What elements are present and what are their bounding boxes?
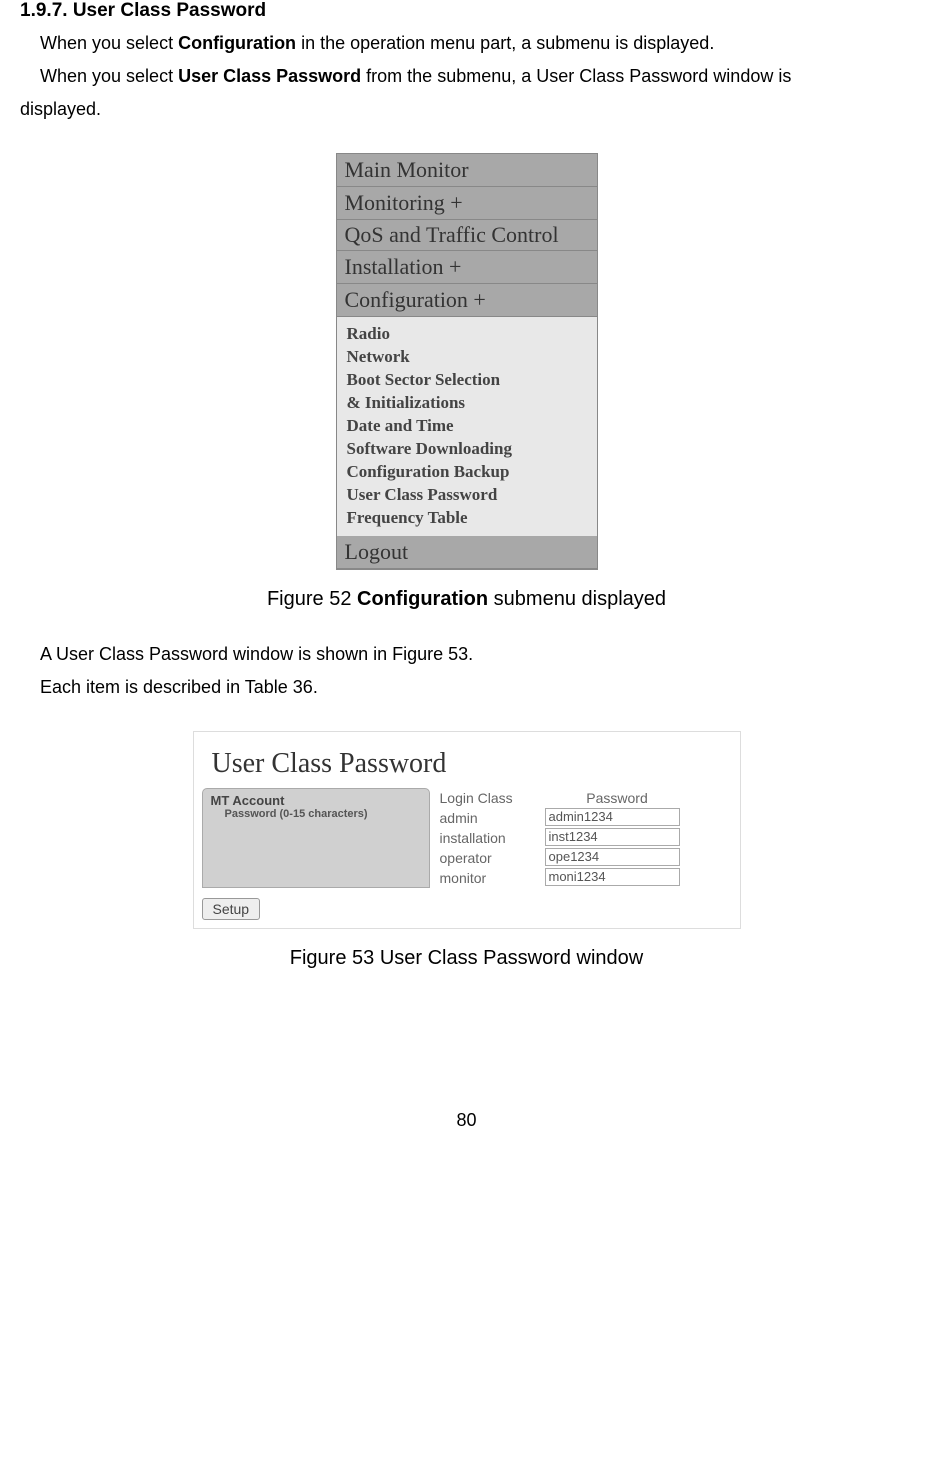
submenu-configuration-backup[interactable]: Configuration Backup [347,461,587,484]
submenu-date-time[interactable]: Date and Time [347,415,587,438]
section-heading: 1.9.7. User Class Password [20,0,913,22]
menu-item-configuration[interactable]: Configuration + [337,284,597,317]
fig52-bold: Configuration [357,588,488,610]
ucp-title: User Class Password [212,748,732,780]
submenu-software-downloading[interactable]: Software Downloading [347,438,587,461]
ucp-tab-label: MT Account [211,793,421,808]
ucp-header-login-class: Login Class [440,788,545,808]
fig52-post: submenu displayed [488,588,666,610]
ucp-password-installation[interactable] [545,828,680,846]
submenu-frequency-table[interactable]: Frequency Table [347,507,587,530]
ucp-row-installation: installation [440,828,732,848]
menu-item-installation[interactable]: Installation + [337,251,597,284]
ucp-row-monitor: monitor [440,868,732,888]
submenu-boot-sector[interactable]: Boot Sector Selection [347,369,587,392]
ucp-class-monitor: monitor [440,868,545,888]
ucp-tab-sub: Password (0-15 characters) [225,808,421,820]
paragraph-3: A User Class Password window is shown in… [40,641,913,668]
setup-button[interactable]: Setup [202,898,261,920]
submenu-box: Radio Network Boot Sector Selection & In… [337,317,597,535]
paragraph-2-line1: When you select User Class Password from… [40,63,913,90]
ucp-header-password: Password [545,788,690,808]
para1-pre: When you select [40,33,178,53]
para1-bold: Configuration [178,33,296,53]
ucp-password-monitor[interactable] [545,868,680,886]
paragraph-2-line2: displayed. [20,96,913,123]
paragraph-4: Each item is described in Table 36. [40,674,913,701]
ucp-table-header: Login Class Password [440,788,732,808]
para2-post: from the submenu, a User Class Password … [361,66,791,86]
para2-bold: User Class Password [178,66,361,86]
ucp-class-admin: admin [440,808,545,828]
menu-screenshot: Main Monitor Monitoring + QoS and Traffi… [336,153,598,570]
submenu-radio[interactable]: Radio [347,323,587,346]
ucp-class-operator: operator [440,848,545,868]
ucp-table: Login Class Password admin installation … [440,788,732,888]
ucp-row-operator: operator [440,848,732,868]
submenu-network[interactable]: Network [347,346,587,369]
fig52-pre: Figure 52 [267,588,357,610]
figure-53-caption: Figure 53 User Class Password window [20,947,913,970]
submenu-user-class-password[interactable]: User Class Password [347,484,587,507]
menu-item-monitoring[interactable]: Monitoring + [337,187,597,220]
paragraph-1: When you select Configuration in the ope… [40,30,913,57]
para1-post: in the operation menu part, a submenu is… [296,33,714,53]
ucp-row-admin: admin [440,808,732,828]
ucp-class-installation: installation [440,828,545,848]
figure-53-container: User Class Password MT Account Password … [20,731,913,929]
ucp-tab[interactable]: MT Account Password (0-15 characters) [202,788,430,888]
page-number: 80 [20,1110,913,1131]
para2-pre: When you select [40,66,178,86]
figure-52-caption: Figure 52 Configuration submenu displaye… [20,588,913,611]
menu-item-main-monitor[interactable]: Main Monitor [337,154,597,187]
menu-item-logout[interactable]: Logout [337,536,597,569]
submenu-initializations[interactable]: & Initializations [347,392,587,415]
ucp-password-admin[interactable] [545,808,680,826]
menu-item-qos[interactable]: QoS and Traffic Control [337,220,597,251]
user-class-password-window: User Class Password MT Account Password … [193,731,741,929]
ucp-password-operator[interactable] [545,848,680,866]
figure-52-container: Main Monitor Monitoring + QoS and Traffi… [20,153,913,570]
